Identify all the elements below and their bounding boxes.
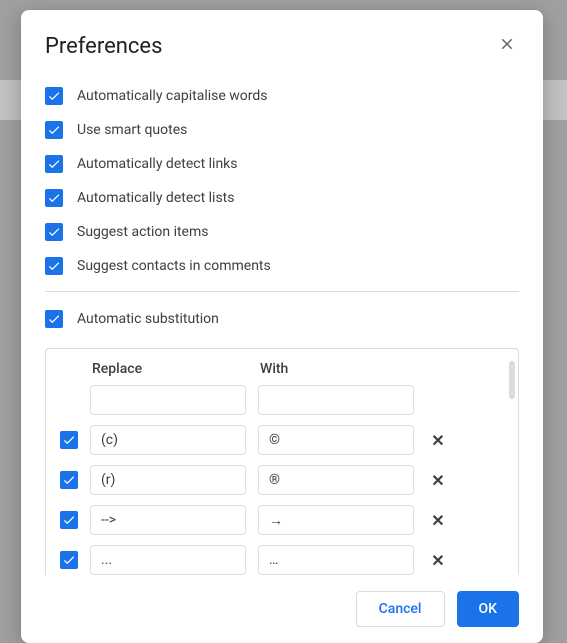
replace-input[interactable] (90, 545, 246, 575)
with-input[interactable] (258, 545, 414, 575)
option-label: Suggest action items (77, 224, 208, 240)
substitution-header: Replace With (60, 361, 504, 377)
divider (45, 291, 519, 292)
delete-row-button[interactable]: ✕ (426, 551, 450, 570)
row-checkbox-slot (60, 551, 78, 569)
with-input[interactable] (258, 385, 414, 415)
replace-input[interactable] (90, 385, 246, 415)
substitution-row: ✕ (60, 545, 504, 575)
replace-input[interactable] (90, 465, 246, 495)
delete-row-button[interactable]: ✕ (426, 431, 450, 450)
row-checkbox[interactable] (60, 431, 78, 449)
substitution-row: ✕ (60, 505, 504, 535)
auto-substitution-checkbox[interactable] (45, 310, 63, 328)
close-icon: ✕ (431, 431, 444, 450)
row-checkbox[interactable] (60, 511, 78, 529)
option-row: Automatically capitalise words (45, 79, 519, 113)
with-input[interactable] (258, 465, 414, 495)
dialog-header: Preferences (21, 10, 543, 67)
option-checkbox[interactable] (45, 223, 63, 241)
substitution-row: ✕ (60, 425, 504, 455)
option-label: Use smart quotes (77, 122, 187, 138)
close-icon (498, 35, 516, 58)
scrollbar-thumb[interactable] (509, 361, 515, 399)
cancel-button[interactable]: Cancel (356, 591, 445, 627)
row-checkbox-slot (60, 431, 78, 449)
dialog-footer: Cancel OK (21, 575, 543, 643)
option-checkbox[interactable] (45, 121, 63, 139)
option-row: Suggest action items (45, 215, 519, 249)
option-label: Automatically detect links (77, 156, 238, 172)
row-checkbox[interactable] (60, 551, 78, 569)
ok-button[interactable]: OK (457, 591, 520, 627)
close-icon: ✕ (431, 511, 444, 530)
option-row: Automatically detect links (45, 147, 519, 181)
delete-row-button[interactable]: ✕ (426, 471, 450, 490)
close-icon: ✕ (431, 551, 444, 570)
row-checkbox-slot (60, 511, 78, 529)
option-row: Use smart quotes (45, 113, 519, 147)
with-column-header: With (260, 361, 428, 377)
replace-column-header: Replace (92, 361, 260, 377)
row-checkbox[interactable] (60, 471, 78, 489)
dialog-title: Preferences (45, 34, 162, 59)
with-input[interactable] (258, 505, 414, 535)
option-label: Automatically detect lists (77, 190, 234, 206)
option-row: Automatically detect lists (45, 181, 519, 215)
auto-substitution-label: Automatic substitution (77, 311, 219, 327)
substitution-row (60, 385, 504, 415)
close-button[interactable] (495, 35, 519, 59)
delete-row-button[interactable]: ✕ (426, 511, 450, 530)
close-icon: ✕ (431, 471, 444, 490)
substitution-table: Replace With ✕ ✕ ✕ ✕ (45, 348, 519, 575)
replace-input[interactable] (90, 505, 246, 535)
auto-substitution-option: Automatic substitution (45, 302, 519, 336)
option-checkbox[interactable] (45, 155, 63, 173)
option-label: Suggest contacts in comments (77, 258, 271, 274)
replace-input[interactable] (90, 425, 246, 455)
option-label: Automatically capitalise words (77, 88, 268, 104)
option-checkbox[interactable] (45, 257, 63, 275)
option-checkbox[interactable] (45, 87, 63, 105)
dialog-body: Automatically capitalise words Use smart … (21, 67, 543, 575)
substitution-row: ✕ (60, 465, 504, 495)
option-checkbox[interactable] (45, 189, 63, 207)
option-row: Suggest contacts in comments (45, 249, 519, 283)
row-checkbox-slot (60, 471, 78, 489)
preferences-dialog: Preferences Automatically capitalise wor… (21, 10, 543, 643)
with-input[interactable] (258, 425, 414, 455)
